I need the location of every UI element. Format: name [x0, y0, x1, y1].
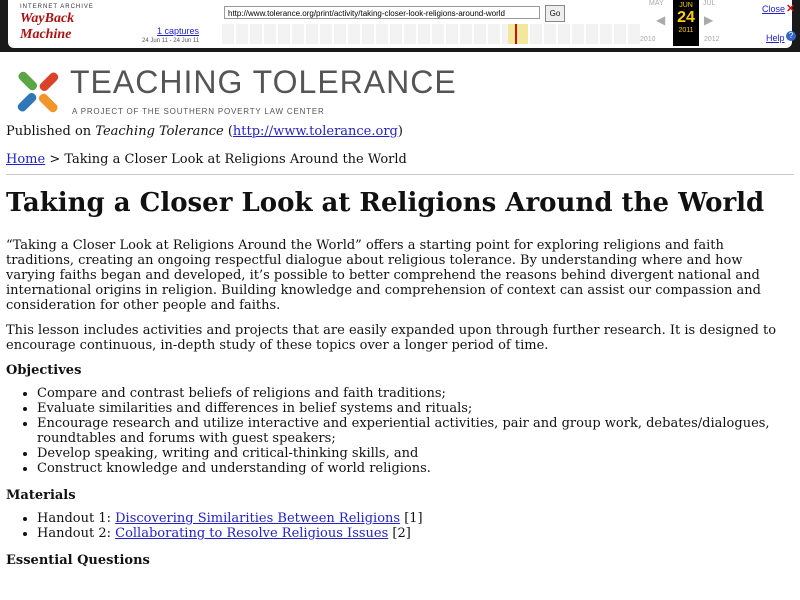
divider: [6, 174, 794, 175]
current-year: 2011: [678, 27, 694, 34]
help-link[interactable]: Help: [766, 33, 785, 43]
list-item: Develop speaking, writing and critical-t…: [37, 446, 796, 461]
material-prefix: Handout 1:: [37, 511, 116, 526]
prev-year-label[interactable]: 2010: [640, 36, 656, 43]
next-arrow-icon[interactable]: ▶: [704, 13, 713, 27]
close-link[interactable]: Close: [762, 4, 785, 14]
essential-questions-heading: Essential Questions: [6, 553, 150, 568]
published-site: Teaching Tolerance: [95, 124, 224, 139]
published-close: ): [397, 124, 403, 139]
list-item: Encourage research and utilize interacti…: [37, 416, 796, 446]
timeline-highlight: [508, 24, 528, 44]
site-brand[interactable]: TEACHING TOLERANCE: [70, 64, 457, 101]
help-icon[interactable]: ?: [786, 31, 796, 41]
wayback-logo-top: INTERNET ARCHIVE: [20, 4, 94, 10]
site-tagline: A PROJECT OF THE SOUTHERN POVERTY LAW CE…: [72, 107, 325, 116]
breadcrumb-current: > Taking a Closer Look at Religions Arou…: [45, 152, 407, 167]
breadcrumb-home-link[interactable]: Home: [6, 152, 45, 167]
timeline-capture-marker[interactable]: [515, 24, 517, 44]
material-ref: [1]: [400, 511, 423, 526]
wayback-toolbar: INTERNET ARCHIVE WayBack Machine http://…: [0, 0, 800, 52]
wayback-panel: INTERNET ARCHIVE WayBack Machine http://…: [8, 0, 796, 48]
site-url-link[interactable]: http://www.tolerance.org: [233, 124, 398, 139]
teaching-tolerance-logo-icon[interactable]: [8, 62, 68, 122]
wayback-timeline[interactable]: [222, 24, 642, 44]
materials-list: Handout 1: Discovering Similarities Betw…: [6, 511, 796, 541]
current-date-box: JUN 24 2011: [673, 0, 699, 46]
captures-link[interactable]: 1 captures: [157, 26, 199, 36]
current-month: JUN: [679, 2, 693, 9]
wayback-capture-range: 24 Jun 11 - 24 Jun 11: [142, 38, 200, 44]
wayback-captures: 1 captures: [148, 26, 208, 36]
page-title: Taking a Closer Look at Religions Around…: [6, 188, 765, 218]
published-prefix: Published on: [6, 124, 96, 139]
handout-2-link[interactable]: Collaborating to Resolve Religious Issue…: [115, 526, 388, 541]
handout-1-link[interactable]: Discovering Similarities Between Religio…: [115, 511, 400, 526]
list-item: Construct knowledge and understanding of…: [37, 461, 796, 476]
list-item: Handout 1: Discovering Similarities Betw…: [37, 511, 796, 526]
wayback-logo-main: WayBack Machine: [20, 11, 75, 42]
list-item: Compare and contrast beliefs of religion…: [37, 386, 796, 401]
list-item: Evaluate similarities and differences in…: [37, 401, 796, 416]
next-year-label[interactable]: 2012: [704, 36, 720, 43]
published-open: (: [223, 124, 233, 139]
lesson-paragraph: This lesson includes activities and proj…: [6, 323, 777, 353]
article-body: “Taking a Closer Look at Religions Aroun…: [6, 238, 796, 576]
wayback-url-input[interactable]: http://www.tolerance.org/print/activity/…: [224, 6, 540, 19]
breadcrumb: Home > Taking a Closer Look at Religions…: [6, 152, 407, 167]
prev-arrow-icon[interactable]: ◀: [656, 13, 665, 27]
next-month-label[interactable]: JUL: [703, 0, 715, 7]
prev-month-label[interactable]: MAY: [649, 0, 664, 7]
current-day: 24: [677, 9, 695, 26]
published-line: Published on Teaching Tolerance (http://…: [6, 124, 403, 139]
list-item: Handout 2: Collaborating to Resolve Reli…: [37, 526, 796, 541]
objectives-list: Compare and contrast beliefs of religion…: [6, 386, 796, 476]
objectives-heading: Objectives: [6, 363, 82, 378]
intro-paragraph: “Taking a Closer Look at Religions Aroun…: [6, 238, 762, 313]
materials-heading: Materials: [6, 488, 76, 503]
wayback-go-button[interactable]: Go: [545, 5, 565, 22]
wayback-logo[interactable]: INTERNET ARCHIVE WayBack Machine: [20, 4, 112, 42]
material-prefix: Handout 2:: [37, 526, 116, 541]
material-ref: [2]: [388, 526, 411, 541]
close-icon[interactable]: ✕: [786, 2, 795, 15]
